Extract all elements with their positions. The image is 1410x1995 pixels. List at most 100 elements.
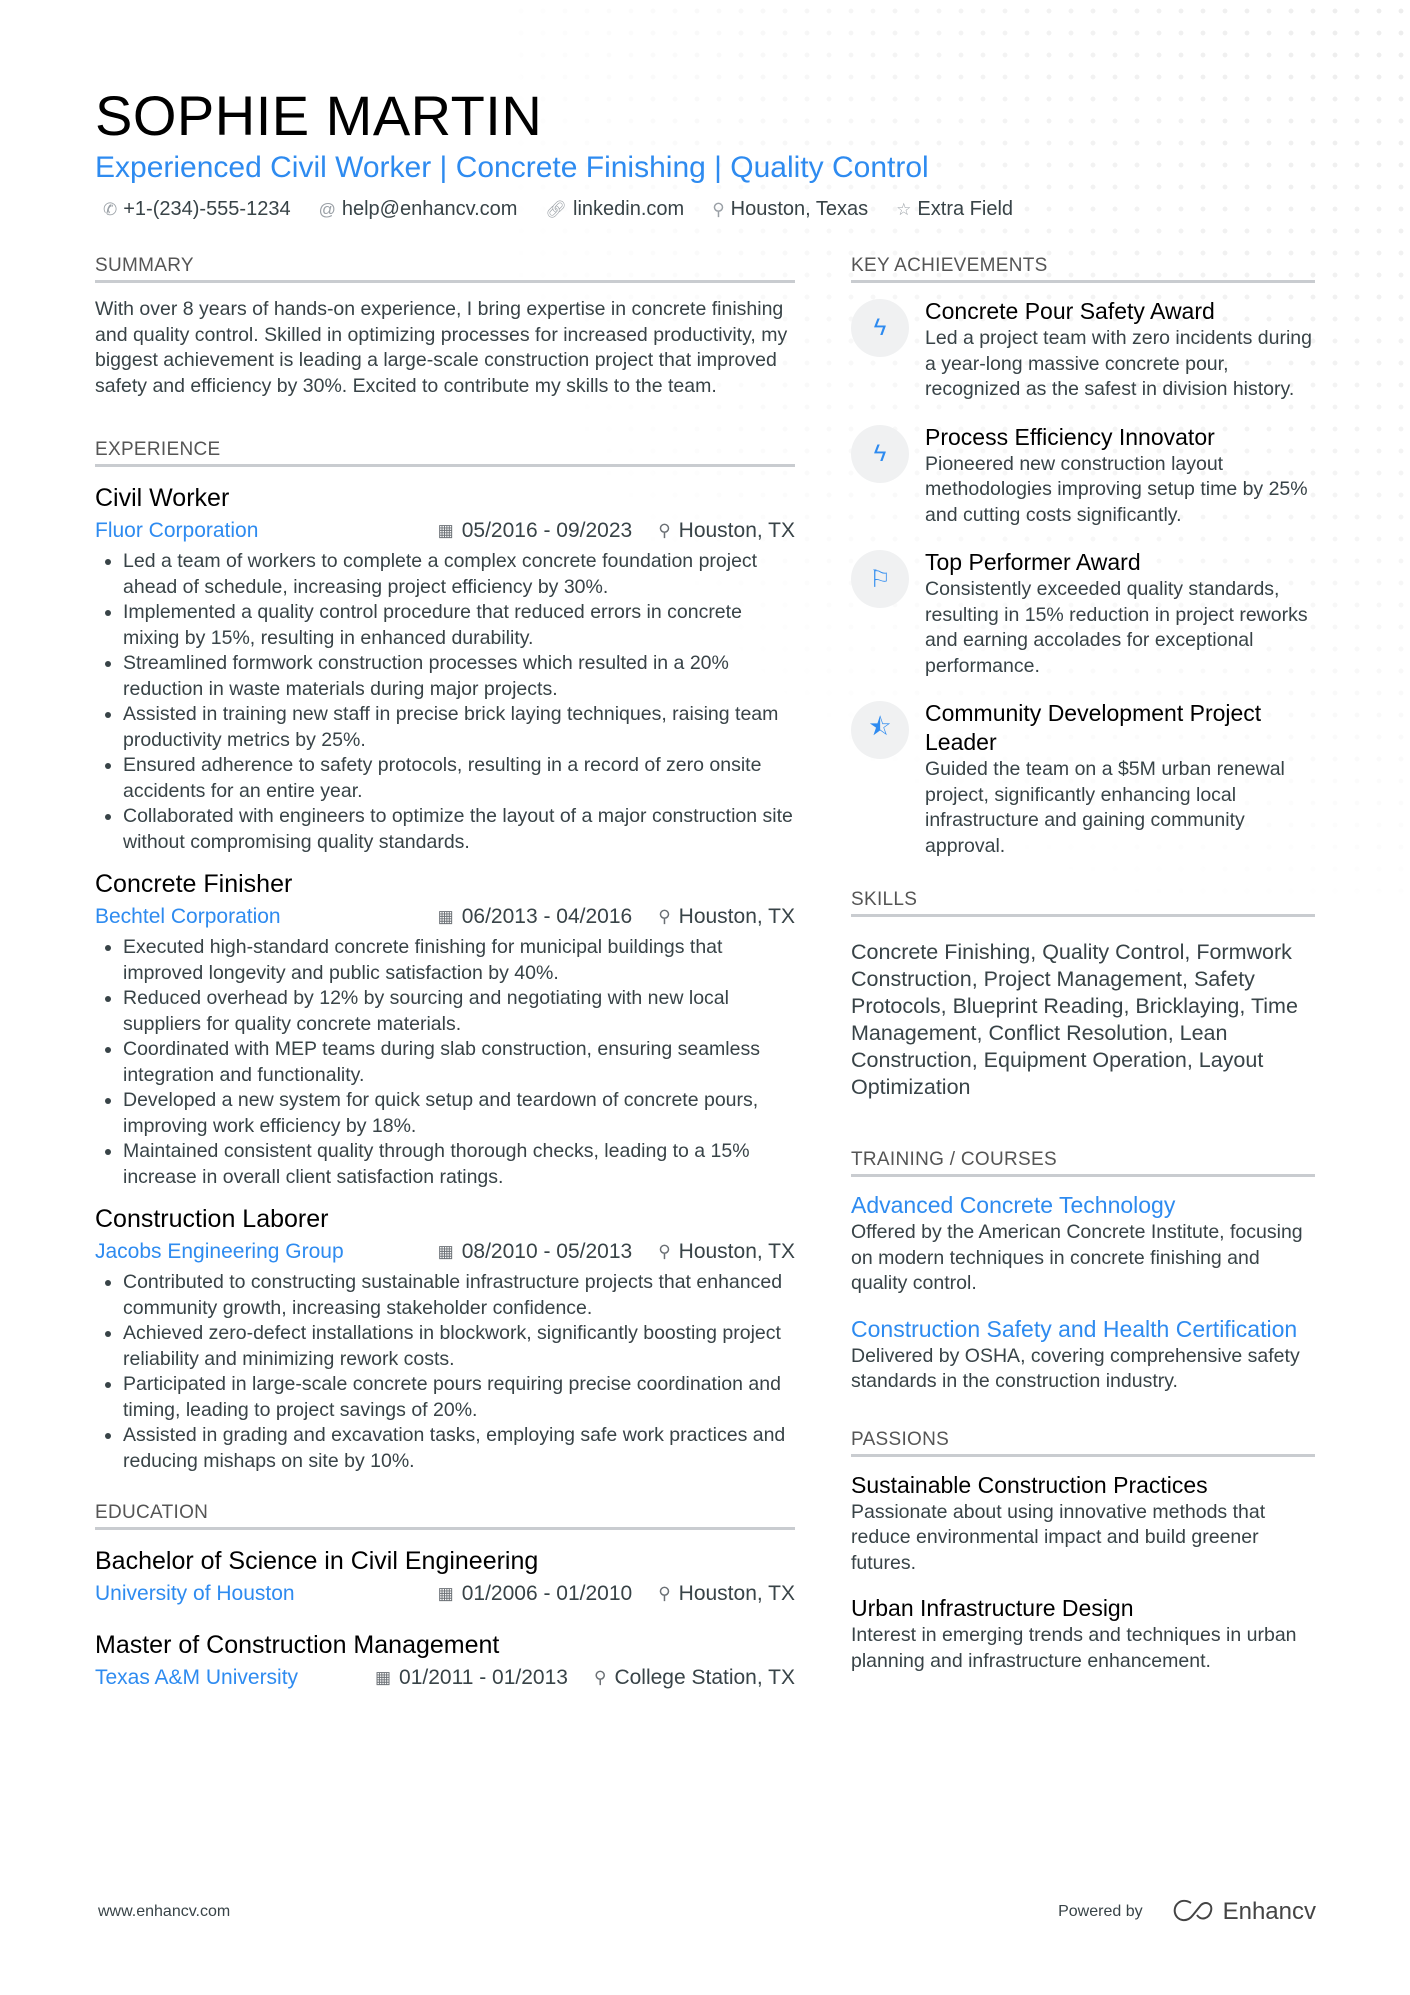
location-pin-icon: ⚲ <box>712 199 725 219</box>
achievement-item: ⚐ Top Performer Award Consistently exceede… <box>851 548 1315 679</box>
education-section: EDUCATION Bachelor of Science in Civil E… <box>95 1502 795 1694</box>
achievement-title: Process Efficiency Innovator <box>925 423 1215 450</box>
bullet-item: Coordinated with MEP teams during slab c… <box>123 1037 795 1088</box>
enhancv-logo[interactable]: Enhancv <box>1171 1898 1316 1926</box>
course-item: Advanced Concrete Technology Offered by t… <box>851 1191 1315 1297</box>
degree-title: Master of Construction Management <box>95 1631 500 1659</box>
enhancv-logo-icon <box>1173 1899 1212 1921</box>
contact-bar: ✆ +1-(234)-555-1234 @ help@enhancv.com 🔗︎ lin… <box>103 198 1315 221</box>
resume-page: SOPHIE MARTIN Experienced Civil Worker |… <box>95 80 1315 1689</box>
skills-text: Concrete Finishing, Quality Control, For… <box>851 940 1298 1099</box>
contact-item[interactable]: ✆ +1-(234)-555-1234 <box>103 198 291 221</box>
contact-text: Houston, Texas <box>730 198 869 220</box>
contact-text: help@enhancv.com <box>341 198 518 220</box>
star-icon: ☆ <box>896 199 912 219</box>
date-text: 05/2016 - 09/2023 <box>461 519 633 542</box>
bullet-item: Assisted in grading and excavation tasks… <box>123 1423 795 1474</box>
education-meta: Texas A&M University ▦ 01/2011 - 01/2013 ⚲ C… <box>95 1662 795 1694</box>
bullet-list: Contributed to constructing sustainable … <box>95 1270 795 1474</box>
skills-section: SKILLS Concrete Finishing, Quality Contr… <box>851 889 1315 1101</box>
achievement-description: Pioneered new construction layout method… <box>925 452 1308 526</box>
achievement-description: Guided the team on a $5M urban renewal p… <box>925 758 1285 857</box>
school-name[interactable]: Texas A&M University <box>95 1662 375 1694</box>
contact-text: linkedin.com <box>573 198 685 220</box>
course-description: Offered by the American Concrete Institu… <box>851 1221 1303 1294</box>
section-title: SUMMARY <box>95 255 795 283</box>
passions-section: PASSIONS Sustainable Construction Practi… <box>851 1429 1315 1675</box>
bullet-item: Achieved zero-defect installations in bl… <box>123 1321 795 1372</box>
experience-entry: Construction Laborer Jacobs Engineering G… <box>95 1202 795 1474</box>
calendar-icon: ▦ <box>437 907 454 926</box>
course-description: Delivered by OSHA, covering comprehensiv… <box>851 1344 1300 1393</box>
location-pin-icon: ⚲ <box>658 1584 671 1603</box>
achievement-body: Top Performer Award Consistently exceeded… <box>925 548 1315 679</box>
location-pin-icon: ⚲ <box>593 1668 607 1687</box>
location: ⚲ Houston, TX <box>658 901 795 933</box>
course-item: Construction Safety and Health Certifica… <box>851 1315 1315 1395</box>
calendar-icon: ▦ <box>437 521 454 540</box>
location: ⚲ Houston, TX <box>658 1236 795 1268</box>
course-title[interactable]: Advanced Concrete Technology <box>851 1191 1315 1220</box>
job-meta: Fluor Corporation ▦ 05/2016 - 09/2023 ⚲ Hous… <box>95 515 795 547</box>
company-name[interactable]: Fluor Corporation <box>95 515 438 547</box>
date-text: 01/2011 - 01/2013 <box>399 1666 568 1689</box>
section-title: SKILLS <box>851 889 1315 917</box>
job-title: Civil Worker <box>95 484 230 512</box>
achievement-body: Process Efficiency Innovator Pioneered ne… <box>925 423 1315 529</box>
contact-text: Extra Field <box>917 198 1014 220</box>
left-column: SUMMARY With over 8 years of hands-on ex… <box>95 255 795 1712</box>
contact-item[interactable]: @ help@enhancv.com <box>319 198 518 221</box>
contact-item[interactable]: 🔗︎ linkedin.com <box>545 198 684 221</box>
job-title: Concrete Finisher <box>95 870 293 898</box>
calendar-icon: ▦ <box>437 1242 454 1261</box>
summary-text: With over 8 years of hands-on experience… <box>95 298 788 397</box>
contact-item[interactable]: ⚲ Houston, Texas <box>712 198 868 221</box>
flag-icon: ⚐ <box>851 550 909 608</box>
achievement-title: Community Development Project Leader <box>925 700 1262 755</box>
location-text: Houston, TX <box>678 1582 795 1605</box>
achievement-description: Consistently exceeded quality standards,… <box>925 578 1308 677</box>
course-title[interactable]: Construction Safety and Health Certifica… <box>851 1315 1315 1344</box>
education-entry: Bachelor of Science in Civil Engineering… <box>95 1544 795 1610</box>
contact-item[interactable]: ☆ Extra Field <box>896 198 1013 221</box>
at-icon: @ <box>318 199 336 219</box>
company-name[interactable]: Jacobs Engineering Group <box>95 1236 438 1268</box>
location-pin-icon: ⚲ <box>658 1242 671 1261</box>
achievement-description: Led a project team with zero incidents d… <box>925 327 1312 400</box>
location: ⚲ College Station, TX <box>594 1662 795 1694</box>
passion-description: Interest in emerging trends and techniqu… <box>851 1624 1297 1672</box>
bullet-item: Ensured adherence to safety protocols, r… <box>123 753 795 804</box>
company-name[interactable]: Bechtel Corporation <box>95 901 438 933</box>
contact-text: +1-(234)-555-1234 <box>123 198 291 220</box>
date-range: ▦ 08/2010 - 05/2013 <box>438 1236 633 1268</box>
right-column: KEY ACHIEVEMENTS ϟ Concrete Pour Safety A… <box>851 255 1315 1692</box>
education-entry: Master of Construction Management Texas A… <box>95 1628 795 1694</box>
achievement-body: Concrete Pour Safety Award Led a project … <box>925 297 1315 403</box>
job-meta: Jacobs Engineering Group ▦ 08/2010 - 05/20… <box>95 1236 795 1268</box>
school-name[interactable]: University of Houston <box>95 1578 438 1610</box>
section-title: EDUCATION <box>95 1502 795 1530</box>
date-text: 06/2013 - 04/2016 <box>461 905 633 928</box>
calendar-icon: ▦ <box>437 1584 454 1603</box>
location: ⚲ Houston, TX <box>658 1578 795 1610</box>
bullet-item: Executed high-standard concrete finishin… <box>123 935 795 986</box>
location-text: Houston, TX <box>678 905 795 928</box>
section-title: TRAINING / COURSES <box>851 1149 1315 1177</box>
phone-icon: ✆ <box>103 199 118 219</box>
date-range: ▦ 01/2011 - 01/2013 <box>375 1662 568 1694</box>
section-title: EXPERIENCE <box>95 439 795 467</box>
summary-section: SUMMARY With over 8 years of hands-on ex… <box>95 255 795 399</box>
passion-title: Urban Infrastructure Design <box>851 1595 1134 1621</box>
section-title: KEY ACHIEVEMENTS <box>851 255 1315 283</box>
link-icon: 🔗︎ <box>545 199 568 219</box>
bullet-item: Contributed to constructing sustainable … <box>123 1270 795 1321</box>
bullet-item: Led a team of workers to complete a comp… <box>123 549 795 600</box>
bullet-item: Maintained consistent quality through th… <box>123 1139 795 1190</box>
footer-website-link[interactable]: www.enhancv.com <box>98 1903 1058 1921</box>
bullet-item: Streamlined formwork construction proces… <box>123 651 795 702</box>
location-text: Houston, TX <box>678 1240 795 1263</box>
lightning-icon: ϟ <box>851 299 909 357</box>
experience-entry: Concrete Finisher Bechtel Corporation ▦ 06/… <box>95 867 795 1190</box>
powered-by-label: Powered by <box>1058 1903 1143 1920</box>
bullet-list: Led a team of workers to complete a comp… <box>95 549 795 855</box>
